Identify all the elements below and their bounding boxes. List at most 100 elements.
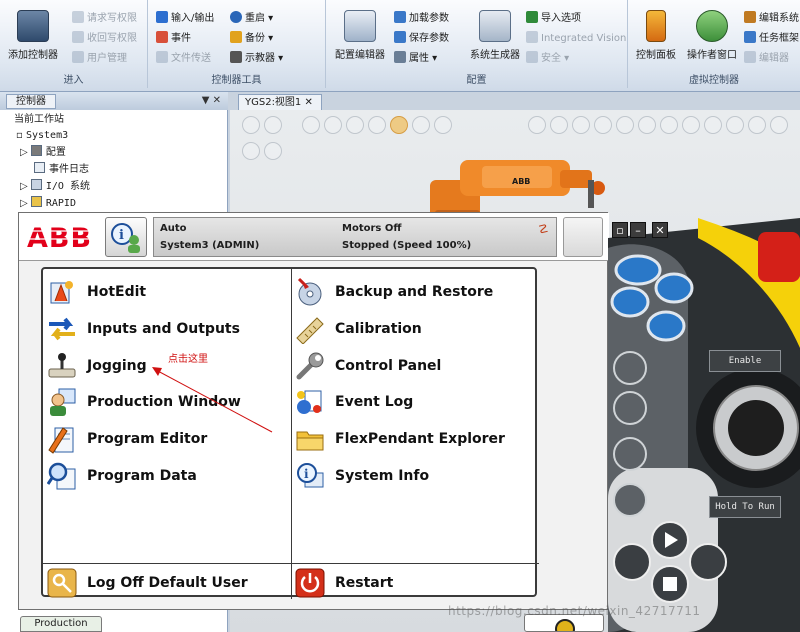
users-icon (72, 51, 84, 63)
operator-window-button[interactable]: 操作者窗口 (680, 10, 744, 61)
panel-controls[interactable]: ▼ ✕ (202, 95, 221, 106)
measure-tool-icon[interactable] (770, 116, 788, 134)
snap-tool-icon[interactable] (434, 116, 452, 134)
tree-item-system[interactable]: ▫ System3 (16, 128, 68, 144)
system-builder-icon (479, 10, 511, 42)
measure-tool-icon[interactable] (704, 116, 722, 134)
request-write-button[interactable]: 请求写权限 (72, 10, 137, 28)
measure-tool-icon[interactable] (572, 116, 590, 134)
integrated-vision-button[interactable]: Integrated Vision (526, 30, 626, 48)
measure-tool-icon[interactable] (550, 116, 568, 134)
menu-item-jogging[interactable]: Jogging (47, 349, 147, 383)
system-builder-button[interactable]: 系统生成器 (462, 10, 528, 61)
user-management-button[interactable]: 用户管理 (72, 50, 127, 68)
menu-item-flexpendant-explorer[interactable]: FlexPendant Explorer (295, 422, 505, 456)
alert-icon[interactable]: ☡ (538, 222, 549, 236)
restart-button[interactable]: Restart (295, 566, 393, 600)
save-params-button[interactable]: 保存参数 (394, 30, 449, 48)
play-icon[interactable] (242, 142, 260, 160)
safety-dropdown[interactable]: 安全 ▾ (526, 50, 569, 68)
quickset-button[interactable]: i (105, 217, 147, 257)
ribbon-group-title: 配置 (466, 75, 487, 86)
expand-icon[interactable]: ▫ (16, 130, 26, 141)
expand-arrow-icon[interactable]: ▷ (20, 181, 31, 192)
minimize-window-button[interactable]: – (630, 222, 646, 238)
flexpendant-window: ABB i Auto System3 (ADMIN) Motors Off St… (18, 212, 609, 610)
revoke-write-button[interactable]: 收回写权限 (72, 30, 137, 48)
measure-tool-icon[interactable] (594, 116, 612, 134)
measure-tool-icon[interactable] (528, 116, 546, 134)
status-bar[interactable]: Auto System3 (ADMIN) Motors Off Stopped … (153, 217, 557, 257)
enable-button[interactable]: Enable (709, 350, 781, 372)
expand-arrow-icon[interactable]: ▷ (20, 198, 31, 209)
events-icon (156, 31, 168, 43)
production-taskbar-tab[interactable]: Production (20, 616, 102, 632)
measure-tool-icon[interactable] (638, 116, 656, 134)
view-tool-icon[interactable] (264, 116, 282, 134)
close-window-button[interactable]: ✕ (652, 222, 668, 238)
events-button[interactable]: 事件 (156, 30, 191, 48)
view-tool-icon[interactable] (242, 116, 260, 134)
measure-tool-icon[interactable] (660, 116, 678, 134)
snap-tool-icon[interactable] (302, 116, 320, 134)
joystick-body-icon (608, 218, 800, 632)
edit-system-icon (744, 11, 756, 23)
controller-tab[interactable]: 控制器 (6, 94, 56, 109)
config-editor-button[interactable]: 配置编辑器 (330, 10, 390, 61)
snap-tool-icon[interactable] (412, 116, 430, 134)
simulation-toolbar (242, 142, 282, 164)
measure-tool-icon[interactable] (748, 116, 766, 134)
load-params-button[interactable]: 加载参数 (394, 10, 449, 28)
menu-item-backup-restore[interactable]: Backup and Restore (295, 275, 493, 309)
menu-item-production-window[interactable]: Production Window (47, 385, 241, 419)
menu-item-hotedit[interactable]: HotEdit (47, 275, 146, 309)
close-tab-icon[interactable]: ✕ (305, 97, 313, 108)
control-panel-button[interactable]: 控制面板 (630, 10, 682, 61)
measure-toolbar (528, 116, 788, 138)
ribbon-group-controller-tools: 输入/输出 事件 文件传送 重启 ▾ 备份 ▾ 示教器 ▾ 控制器工具 (148, 0, 326, 88)
snap-tool-icon[interactable] (346, 116, 364, 134)
import-options-button[interactable]: 导入选项 (526, 10, 581, 28)
properties-dropdown[interactable]: 属性 ▾ (394, 50, 437, 68)
tree-item-io-system[interactable]: ▷ I/O 系统 (20, 179, 90, 195)
edit-system-button[interactable]: 编辑系统 (744, 10, 799, 28)
ruler-icon (296, 317, 324, 344)
annotation-text: 点击这里 (168, 354, 208, 365)
task-frames-button[interactable]: 任务框架 (744, 30, 799, 48)
menu-item-inputs-outputs[interactable]: Inputs and Outputs (47, 312, 240, 346)
measure-tool-icon[interactable] (682, 116, 700, 134)
status-mode: Auto (160, 223, 187, 234)
snap-tool-icon[interactable] (390, 116, 408, 134)
add-controller-button[interactable]: 添加控制器 (4, 10, 62, 61)
measure-tool-icon[interactable] (616, 116, 634, 134)
restore-window-button[interactable]: ▫ (612, 222, 628, 238)
expand-arrow-icon[interactable]: ▷ (20, 147, 31, 158)
snap-tool-icon[interactable] (368, 116, 386, 134)
pencil-revoke-icon (72, 31, 84, 43)
menu-item-program-editor[interactable]: Program Editor (47, 422, 207, 456)
teach-pendant-dropdown[interactable]: 示教器 ▾ (230, 50, 283, 68)
view-tab[interactable]: YGS2:视图1 ✕ (238, 94, 322, 110)
hold-to-run-button[interactable]: Hold To Run (709, 496, 781, 518)
stop-icon[interactable] (264, 142, 282, 160)
tree-item-station[interactable]: 当前工作站 (14, 112, 64, 128)
tree-item-event-log[interactable]: 事件日志 (34, 162, 89, 178)
menu-item-control-panel[interactable]: Control Panel (295, 349, 441, 383)
task-button[interactable] (563, 217, 603, 257)
ribbon-group-access: 添加控制器 请求写权限 收回写权限 用户管理 进入 (0, 0, 148, 88)
menu-item-program-data[interactable]: Program Data (47, 459, 197, 493)
tree-item-rapid[interactable]: ▷ RAPID (20, 196, 76, 212)
file-transfer-button[interactable]: 文件传送 (156, 50, 211, 68)
io-button[interactable]: 输入/输出 (156, 10, 214, 28)
backup-dropdown[interactable]: 备份 ▾ (230, 30, 273, 48)
abb-logo[interactable]: ABB (25, 219, 103, 253)
editor-button[interactable]: 编辑器 (744, 50, 789, 68)
menu-item-system-info[interactable]: i System Info (295, 459, 429, 493)
tree-item-config[interactable]: ▷ 配置 (20, 145, 66, 161)
menu-item-calibration[interactable]: Calibration (295, 312, 422, 346)
snap-tool-icon[interactable] (324, 116, 342, 134)
measure-tool-icon[interactable] (726, 116, 744, 134)
menu-item-event-log[interactable]: Event Log (295, 385, 413, 419)
logoff-button[interactable]: Log Off Default User (47, 566, 248, 600)
restart-dropdown[interactable]: 重启 ▾ (230, 10, 273, 28)
